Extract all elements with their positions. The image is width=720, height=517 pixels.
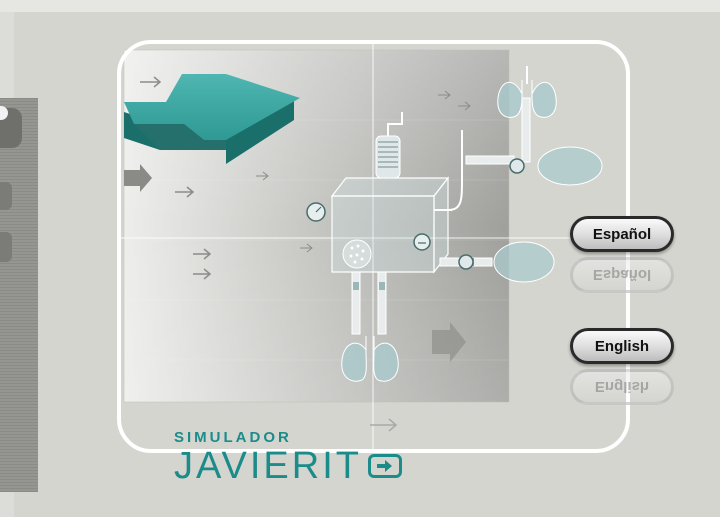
spanish-button-reflection: Español bbox=[570, 257, 674, 293]
arrow-box-icon bbox=[368, 454, 402, 478]
splash-screen: Español Español English English SIMULADO… bbox=[0, 0, 720, 517]
app-logo: SIMULADOR JAVIERIT bbox=[174, 430, 402, 486]
english-button-reflection: English bbox=[570, 369, 674, 405]
english-button[interactable]: English bbox=[570, 328, 674, 364]
logo-line2: JAVIERIT bbox=[174, 446, 402, 486]
spanish-button[interactable]: Español bbox=[570, 216, 674, 252]
logo-line1: SIMULADOR bbox=[174, 429, 292, 446]
pressure-gauge-icon bbox=[306, 202, 326, 222]
logo-wordmark: JAVIERIT bbox=[174, 445, 362, 487]
valve-gauge-icon bbox=[413, 233, 431, 251]
